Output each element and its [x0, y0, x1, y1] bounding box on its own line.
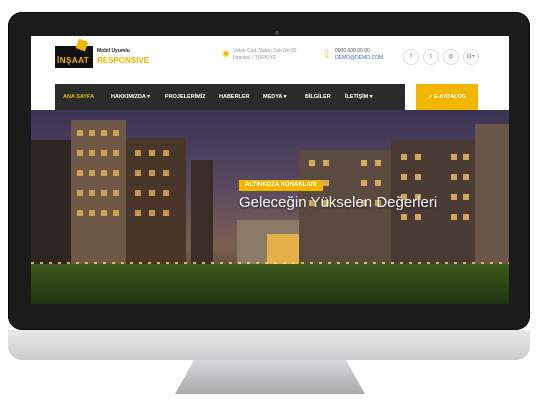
logo-brand: İNŞAAT	[57, 56, 90, 65]
nav-item-ana-sayfa[interactable]: ANA SAYFA	[63, 84, 94, 110]
phone-number[interactable]: 0000 000 00 00	[335, 48, 383, 55]
monitor-chin	[8, 330, 530, 360]
google-plus-icon[interactable]: G+	[463, 49, 479, 65]
nav-item-haberler[interactable]: HABERLER	[219, 84, 250, 110]
monitor-stand	[175, 360, 365, 394]
landscape-ground	[31, 264, 509, 304]
building-left-3	[126, 138, 186, 274]
instagram-icon[interactable]: ◎	[443, 49, 459, 65]
main-nav: ANA SAYFA HAKKIMIZDA ▾ PROJELERİMİZ HABE…	[55, 84, 405, 110]
location-pin-icon: ◉	[222, 48, 230, 58]
phone-icon: ▯	[324, 48, 329, 58]
hero-tag: ALTINKOZA KONAKLARI	[239, 180, 323, 191]
address-block: ◉ Vatan Cad. Vatan Sok No:00 İstanbul / …	[222, 48, 297, 62]
hero-slider[interactable]: ALTINKOZA KONAKLARI Geleceğin Yükselen D…	[31, 110, 509, 304]
twitter-icon[interactable]: t	[423, 49, 439, 65]
building-left-4	[191, 160, 213, 274]
logo-name: RESPONSIVE	[97, 56, 150, 65]
email-link[interactable]: DEMO@DEMO.COM	[335, 55, 383, 62]
site-logo[interactable]: İNŞAAT Mobil Uyumlu RESPONSIVE	[55, 46, 153, 72]
nav-item-medya[interactable]: MEDYA ▾	[263, 84, 286, 110]
address-line2: İstanbul / TÜRKİYE	[233, 55, 277, 61]
contact-block: ▯ 0000 000 00 00 DEMO@DEMO.COM	[324, 48, 383, 62]
website-screen: İNŞAAT Mobil Uyumlu RESPONSIVE ◉ Vatan C…	[31, 36, 509, 304]
nav-item-bilgiler[interactable]: BİLGİLER	[305, 84, 331, 110]
site-header: İNŞAAT Mobil Uyumlu RESPONSIVE ◉ Vatan C…	[31, 36, 509, 84]
nav-item-projelerimiz[interactable]: PROJELERİMİZ	[165, 84, 206, 110]
building-left-2	[71, 120, 126, 274]
logo-tagline: Mobil Uyumlu	[97, 48, 130, 54]
nav-item-hakkimizda[interactable]: HAKKIMIZDA ▾	[111, 84, 150, 110]
address-line1: Vatan Cad. Vatan Sok No:00	[233, 48, 297, 54]
building-right-3	[475, 124, 509, 274]
hero-title: Geleceğin Yükselen Değerleri	[239, 194, 438, 211]
facebook-icon[interactable]: f	[403, 49, 419, 65]
nav-item-iletisim[interactable]: İLETİŞİM ▾	[345, 84, 373, 110]
building-right-1	[299, 150, 391, 274]
building-left-1	[31, 140, 71, 274]
camera-icon	[275, 31, 279, 35]
e-catalog-button[interactable]: ➚ E-KATALOG	[416, 84, 478, 110]
